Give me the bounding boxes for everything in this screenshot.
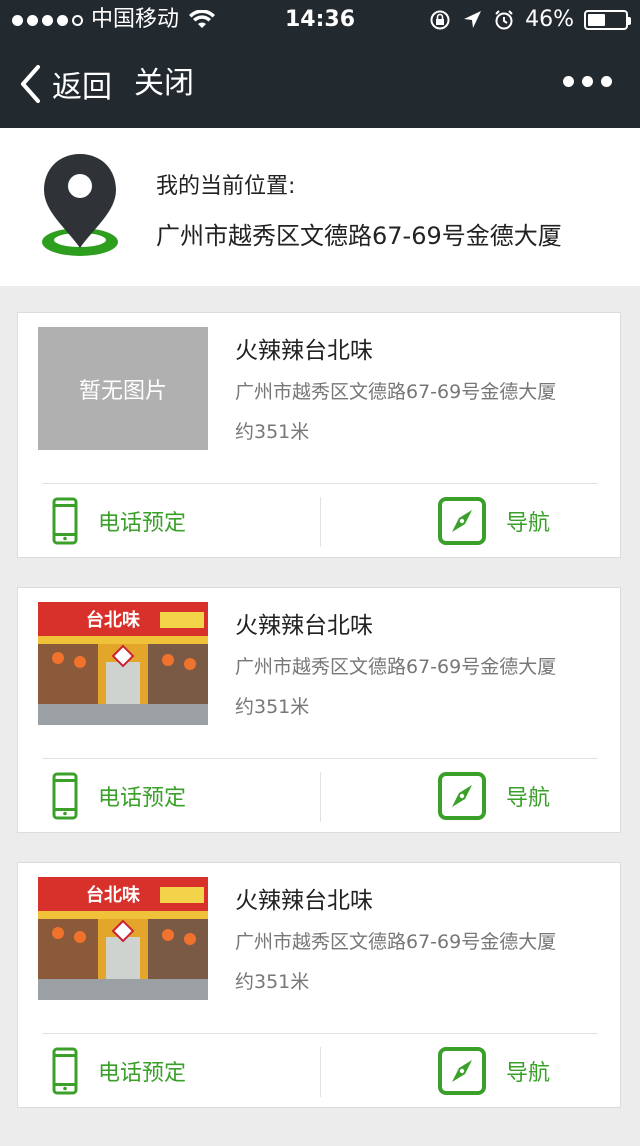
current-location-panel: 我的当前位置: 广州市越秀区文德路67-69号金德大厦 [0, 128, 640, 286]
map-pin-icon [42, 154, 118, 256]
divider [42, 483, 598, 484]
restaurant-name: 火辣辣台北味 [235, 888, 373, 914]
divider [320, 772, 321, 822]
restaurant-card[interactable]: 暂无图片 火辣辣台北味 广州市越秀区文德路67-69号金德大厦 约351米 电话… [17, 312, 621, 558]
phone-reserve-label: 电话预定 [98, 786, 187, 811]
compass-icon [438, 497, 486, 545]
phone-icon [52, 497, 78, 545]
compass-icon [438, 1047, 486, 1095]
restaurant-photo: 台北味 [38, 602, 208, 725]
restaurant-address: 广州市越秀区文德路67-69号金德大厦 [235, 656, 557, 678]
back-label: 返回 [52, 70, 112, 105]
phone-reserve-button[interactable]: 电话预定 [52, 1047, 186, 1095]
navigate-button[interactable]: 导航 [438, 1047, 550, 1095]
restaurant-name: 火辣辣台北味 [235, 338, 373, 364]
divider [320, 1047, 321, 1097]
store-sign-text: 台北味 [86, 609, 140, 631]
location-label: 我的当前位置: [156, 174, 296, 199]
navigate-label: 导航 [506, 786, 551, 811]
restaurant-name: 火辣辣台北味 [235, 613, 373, 639]
navigation-bar: 返回 关闭 [0, 40, 640, 128]
more-dots-icon [563, 76, 574, 87]
store-sign-text: 台北味 [86, 884, 140, 906]
restaurant-card[interactable]: 台北味 火辣辣台北味 广州市越秀区文德路67-69号金德大厦 约351米 电话预… [17, 862, 621, 1108]
divider [320, 497, 321, 547]
restaurant-card[interactable]: 台北味 火辣辣台北味 广州市越秀区文德路67-69号金德大厦 约351米 电话预… [17, 587, 621, 833]
location-arrow-icon [464, 11, 482, 28]
restaurant-address: 广州市越秀区文德路67-69号金德大厦 [235, 381, 557, 403]
status-bar: 中国移动 14:36 46% [0, 0, 640, 40]
battery-percentage: 46% [525, 7, 574, 32]
compass-icon [438, 772, 486, 820]
more-options-button[interactable] [563, 76, 612, 87]
top-bar: 中国移动 14:36 46% 返回 关闭 [0, 0, 640, 128]
restaurant-distance: 约351米 [235, 971, 310, 993]
restaurant-address: 广州市越秀区文德路67-69号金德大厦 [235, 931, 557, 953]
phone-reserve-label: 电话预定 [98, 1061, 187, 1086]
phone-reserve-button[interactable]: 电话预定 [52, 772, 186, 820]
close-button[interactable]: 关闭 [134, 62, 194, 106]
chevron-left-icon [21, 65, 40, 103]
restaurant-photo: 台北味 [38, 877, 208, 1000]
phone-icon [52, 1047, 78, 1095]
back-button[interactable]: 返回 [18, 62, 112, 106]
alarm-icon [495, 10, 513, 30]
phone-reserve-button[interactable]: 电话预定 [52, 497, 186, 545]
rotation-lock-icon [430, 10, 450, 30]
navigate-button[interactable]: 导航 [438, 772, 550, 820]
restaurant-distance: 约351米 [235, 421, 310, 443]
phone-icon [52, 772, 78, 820]
navigate-label: 导航 [506, 1061, 551, 1086]
phone-reserve-label: 电话预定 [98, 511, 187, 536]
navigate-label: 导航 [506, 511, 551, 536]
divider [42, 1033, 598, 1034]
navigate-button[interactable]: 导航 [438, 497, 550, 545]
restaurant-image-placeholder: 暂无图片 [38, 327, 208, 450]
divider [42, 758, 598, 759]
restaurant-distance: 约351米 [235, 696, 310, 718]
location-address: 广州市越秀区文德路67-69号金德大厦 [156, 222, 562, 250]
battery-icon [584, 10, 631, 30]
